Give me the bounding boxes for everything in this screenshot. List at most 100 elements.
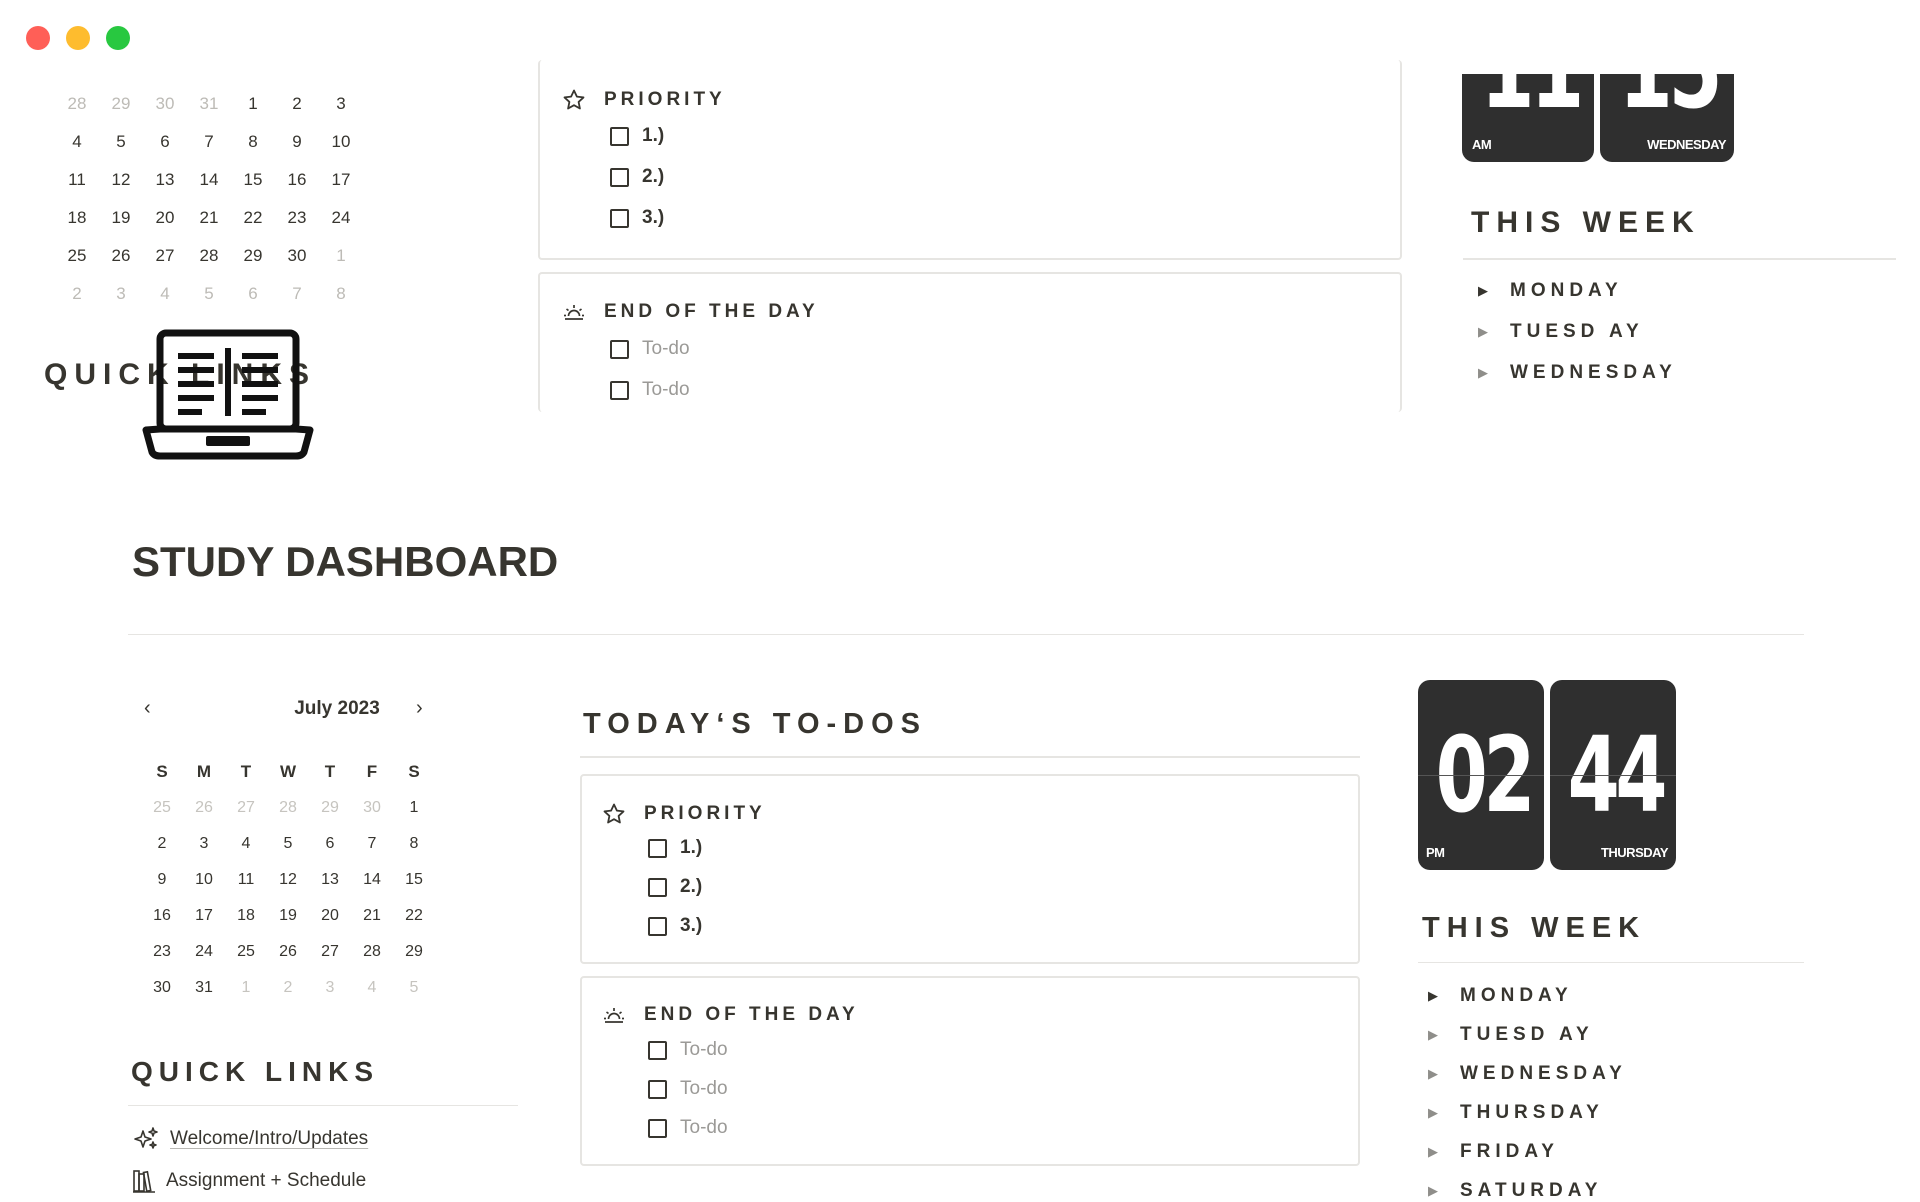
calendar-day[interactable]: 5 xyxy=(99,123,143,161)
checkbox[interactable] xyxy=(648,877,667,897)
calendar-day[interactable]: 16 xyxy=(275,161,319,199)
calendar-day[interactable]: 15 xyxy=(393,862,435,898)
toggle-day[interactable]: ▶ WEDNESDAY xyxy=(1428,1063,1627,1085)
todo-item[interactable]: 3.) xyxy=(610,207,664,229)
todo-item[interactable]: 2.) xyxy=(648,876,702,898)
calendar-day[interactable]: 4 xyxy=(143,275,187,313)
todo-item[interactable]: 3.) xyxy=(648,915,702,937)
calendar-day[interactable]: 13 xyxy=(143,161,187,199)
calendar-day[interactable]: 4 xyxy=(225,826,267,862)
calendar-day[interactable]: 26 xyxy=(267,934,309,970)
calendar-day[interactable]: 14 xyxy=(351,862,393,898)
calendar-day[interactable]: 18 xyxy=(225,898,267,934)
checkbox[interactable] xyxy=(648,1118,667,1138)
calendar-day[interactable]: 14 xyxy=(187,161,231,199)
checkbox[interactable] xyxy=(648,1040,667,1060)
toggle-day[interactable]: ▶ FRIDAY xyxy=(1428,1141,1559,1163)
calendar-day[interactable]: 12 xyxy=(267,862,309,898)
calendar-day[interactable]: 6 xyxy=(309,826,351,862)
calendar-day[interactable]: 24 xyxy=(183,934,225,970)
calendar-day[interactable]: 13 xyxy=(309,862,351,898)
calendar-day[interactable]: 19 xyxy=(99,199,143,237)
toggle-day[interactable]: ▶ MONDAY xyxy=(1428,985,1573,1007)
checkbox[interactable] xyxy=(610,208,629,228)
calendar-day[interactable]: 30 xyxy=(351,790,393,826)
calendar-day[interactable]: 20 xyxy=(143,199,187,237)
calendar-day[interactable]: 21 xyxy=(351,898,393,934)
todo-item[interactable]: 1.) xyxy=(648,837,702,859)
calendar-day[interactable]: 28 xyxy=(187,237,231,275)
todo-item[interactable]: 2.) xyxy=(610,166,664,188)
calendar-day[interactable]: 28 xyxy=(55,85,99,123)
calendar-day[interactable]: 23 xyxy=(275,199,319,237)
window-maximize-button[interactable] xyxy=(106,26,130,50)
calendar-day[interactable]: 22 xyxy=(231,199,275,237)
checkbox[interactable] xyxy=(610,339,629,359)
calendar-day[interactable]: 1 xyxy=(225,970,267,1006)
calendar-day[interactable]: 27 xyxy=(309,934,351,970)
calendar-day[interactable]: 2 xyxy=(141,826,183,862)
calendar-day[interactable]: 9 xyxy=(141,862,183,898)
calendar-day[interactable]: 3 xyxy=(319,85,363,123)
toggle-day[interactable]: ▶ TUESD AY xyxy=(1428,1024,1594,1046)
calendar-day[interactable]: 24 xyxy=(319,199,363,237)
toggle-monday[interactable]: ▶ MONDAY xyxy=(1478,280,1623,302)
calendar-day[interactable]: 5 xyxy=(393,970,435,1006)
calendar-next-button[interactable]: › xyxy=(416,697,423,720)
checkbox[interactable] xyxy=(648,838,667,858)
calendar-day[interactable]: 25 xyxy=(225,934,267,970)
window-minimize-button[interactable] xyxy=(66,26,90,50)
calendar-day[interactable]: 29 xyxy=(99,85,143,123)
calendar-day[interactable]: 18 xyxy=(55,199,99,237)
calendar-day[interactable]: 3 xyxy=(99,275,143,313)
calendar-day[interactable]: 9 xyxy=(275,123,319,161)
calendar-day[interactable]: 11 xyxy=(55,161,99,199)
checkbox[interactable] xyxy=(610,380,629,400)
quick-link-welcome[interactable]: Welcome/Intro/Updates xyxy=(132,1126,368,1152)
calendar-day[interactable]: 12 xyxy=(99,161,143,199)
calendar-day[interactable]: 10 xyxy=(319,123,363,161)
quick-link-assignment[interactable]: Assignment + Schedule xyxy=(132,1168,366,1194)
checkbox[interactable] xyxy=(610,167,629,187)
calendar-day[interactable]: 7 xyxy=(351,826,393,862)
toggle-day[interactable]: ▶ SATURDAY xyxy=(1428,1180,1602,1202)
calendar-day[interactable]: 1 xyxy=(319,237,363,275)
calendar-day[interactable]: 28 xyxy=(351,934,393,970)
calendar-day[interactable]: 30 xyxy=(143,85,187,123)
calendar-day[interactable]: 1 xyxy=(231,85,275,123)
calendar-day[interactable]: 1 xyxy=(393,790,435,826)
calendar-day[interactable]: 31 xyxy=(183,970,225,1006)
todo-item[interactable]: 1.) xyxy=(610,125,664,147)
calendar-day[interactable]: 3 xyxy=(183,826,225,862)
calendar-day[interactable]: 8 xyxy=(319,275,363,313)
calendar-day[interactable]: 26 xyxy=(99,237,143,275)
calendar-day[interactable]: 8 xyxy=(231,123,275,161)
calendar-day[interactable]: 4 xyxy=(351,970,393,1006)
calendar-day[interactable]: 17 xyxy=(319,161,363,199)
calendar-day[interactable]: 7 xyxy=(187,123,231,161)
toggle-tuesday[interactable]: ▶ TUESD AY xyxy=(1478,321,1644,343)
calendar-day[interactable]: 7 xyxy=(275,275,319,313)
todo-item[interactable]: To-do xyxy=(648,1039,728,1061)
calendar-day[interactable]: 30 xyxy=(275,237,319,275)
calendar-day[interactable]: 15 xyxy=(231,161,275,199)
calendar-day[interactable]: 19 xyxy=(267,898,309,934)
calendar-day[interactable]: 5 xyxy=(187,275,231,313)
calendar-day[interactable]: 11 xyxy=(225,862,267,898)
calendar-day[interactable]: 26 xyxy=(183,790,225,826)
calendar-day[interactable]: 17 xyxy=(183,898,225,934)
checkbox[interactable] xyxy=(648,916,667,936)
calendar-day[interactable]: 22 xyxy=(393,898,435,934)
calendar-day[interactable]: 29 xyxy=(309,790,351,826)
todo-item[interactable]: To-do xyxy=(648,1078,728,1100)
calendar-day[interactable]: 3 xyxy=(309,970,351,1006)
toggle-wednesday[interactable]: ▶ WEDNESDAY xyxy=(1478,362,1677,384)
calendar-day[interactable]: 2 xyxy=(55,275,99,313)
calendar-day[interactable]: 6 xyxy=(143,123,187,161)
calendar-day[interactable]: 6 xyxy=(231,275,275,313)
calendar-day[interactable]: 21 xyxy=(187,199,231,237)
calendar-day[interactable]: 8 xyxy=(393,826,435,862)
calendar-day[interactable]: 31 xyxy=(187,85,231,123)
todo-item[interactable]: To-do xyxy=(610,379,690,401)
calendar-day[interactable]: 30 xyxy=(141,970,183,1006)
